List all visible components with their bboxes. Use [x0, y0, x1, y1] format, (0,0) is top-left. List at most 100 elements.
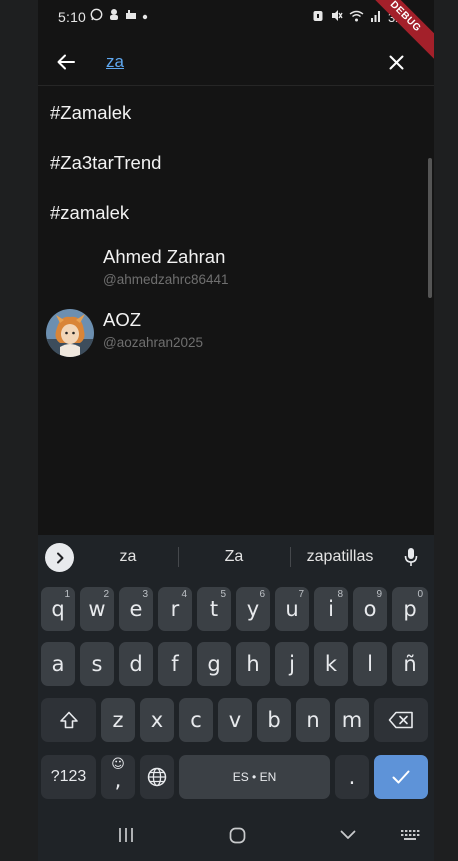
home-button[interactable]	[226, 825, 248, 845]
key-h[interactable]: h	[236, 642, 270, 686]
key-n-tilde[interactable]: ñ	[392, 642, 428, 686]
backspace-key[interactable]	[374, 698, 428, 742]
language-key[interactable]	[140, 755, 174, 799]
key-u[interactable]: u7	[275, 587, 309, 631]
home-icon	[229, 827, 245, 843]
user-handle: @ahmedzahrc86441	[103, 272, 229, 287]
key-n[interactable]: n	[296, 698, 330, 742]
key-k[interactable]: k	[314, 642, 348, 686]
key-hint: 7	[298, 589, 304, 600]
key-x[interactable]: x	[140, 698, 174, 742]
hashtag-result[interactable]: #zamalek	[38, 188, 434, 238]
key-label: i	[328, 597, 334, 621]
key-label: e	[129, 597, 143, 621]
back-button[interactable]	[52, 48, 80, 76]
key-m[interactable]: m	[335, 698, 369, 742]
enter-key[interactable]	[374, 755, 428, 799]
key-hint: 8	[337, 589, 343, 600]
close-icon	[389, 55, 403, 69]
alarm-icon	[312, 9, 324, 25]
whatsapp-icon	[90, 8, 103, 24]
key-w[interactable]: w2	[80, 587, 114, 631]
key-hint: 3	[142, 589, 148, 600]
shift-key[interactable]	[41, 698, 96, 742]
voice-input-button[interactable]	[400, 545, 422, 569]
chevron-down-icon	[340, 830, 356, 839]
key-q[interactable]: q1	[41, 587, 75, 631]
key-hint: 9	[376, 589, 382, 600]
key-r[interactable]: r4	[158, 587, 192, 631]
key-f[interactable]: f	[158, 642, 192, 686]
key-label: p	[403, 597, 417, 621]
soft-keyboard: za Za zapatillas q1 w2 e3 r4 t5 y6 u7 i8…	[38, 535, 434, 861]
shift-icon	[59, 711, 78, 729]
key-d[interactable]: d	[119, 642, 153, 686]
emoji-comma-key[interactable]: ☺ ,	[101, 755, 135, 799]
key-label: ,	[114, 768, 122, 792]
key-c[interactable]: c	[179, 698, 213, 742]
key-label: q	[51, 597, 65, 621]
user-result[interactable]: Ahmed Zahran @ahmedzahrc86441	[38, 238, 434, 301]
recents-icon	[119, 828, 133, 842]
key-p[interactable]: p0	[392, 587, 428, 631]
hashtag-result[interactable]: #Za3tarTrend	[38, 138, 434, 188]
suggestion-3[interactable]: zapatillas	[285, 548, 395, 566]
microphone-icon	[404, 548, 418, 566]
search-input[interactable]	[106, 50, 356, 74]
key-a[interactable]: a	[41, 642, 75, 686]
arrow-left-icon	[57, 54, 75, 70]
key-t[interactable]: t5	[197, 587, 231, 631]
key-label: y	[246, 597, 260, 621]
key-y[interactable]: y6	[236, 587, 270, 631]
keyboard-toolbar-expand-button[interactable]	[45, 543, 74, 572]
key-g[interactable]: g	[197, 642, 231, 686]
period-key[interactable]: .	[335, 755, 369, 799]
more-notifications-dot	[142, 9, 148, 23]
key-e[interactable]: e3	[119, 587, 153, 631]
space-bar[interactable]: ES • EN	[179, 755, 330, 799]
clear-search-button[interactable]	[382, 48, 410, 76]
outer-margin-right	[434, 0, 458, 861]
key-hint: 2	[103, 589, 109, 600]
phone-screen: 5:10 DEBUG za #Zamalek #Za3tarTrend #zam…	[38, 0, 434, 861]
key-label: r	[170, 597, 180, 621]
search-app-bar	[38, 38, 434, 86]
app-notification-icon	[108, 8, 120, 24]
search-results: #Zamalek #Za3tarTrend #zamalek Ahmed Zah…	[38, 88, 434, 364]
key-b[interactable]: b	[257, 698, 291, 742]
key-v[interactable]: v	[218, 698, 252, 742]
key-i[interactable]: i8	[314, 587, 348, 631]
wifi-icon	[349, 10, 364, 25]
hide-keyboard-button[interactable]	[338, 825, 358, 845]
symbols-key[interactable]: ?123	[41, 755, 96, 799]
key-label: u	[285, 597, 299, 621]
signal-icon	[370, 10, 382, 25]
key-z[interactable]: z	[101, 698, 135, 742]
status-bar: 5:10 DEBUG	[38, 0, 434, 63]
notification-icons	[90, 8, 148, 24]
backspace-icon	[388, 711, 413, 729]
key-o[interactable]: o9	[353, 587, 387, 631]
recent-apps-button[interactable]	[116, 825, 136, 845]
suggestion-bar: za Za zapatillas	[38, 535, 434, 579]
keyboard-switch-button[interactable]	[400, 825, 420, 845]
key-hint: 5	[220, 589, 226, 600]
key-label: o	[363, 597, 377, 621]
user-result[interactable]: AOZ @aozahran2025	[38, 301, 434, 364]
key-j[interactable]: j	[275, 642, 309, 686]
globe-icon	[147, 767, 167, 787]
status-time: 5:10	[58, 9, 87, 25]
user-name: AOZ	[103, 309, 142, 330]
suggestion-2[interactable]: Za	[179, 548, 289, 566]
chevron-right-icon	[56, 552, 63, 563]
checkmark-icon	[392, 770, 410, 784]
results-scrollbar[interactable]	[428, 158, 432, 298]
mute-icon	[330, 9, 343, 25]
key-l[interactable]: l	[353, 642, 387, 686]
outer-margin-left	[0, 0, 38, 861]
key-s[interactable]: s	[80, 642, 114, 686]
suggestion-1[interactable]: za	[73, 548, 183, 566]
key-label: t	[209, 597, 219, 621]
hashtag-result[interactable]: #Zamalek	[38, 88, 434, 138]
app-notification-icon-2	[125, 9, 137, 24]
